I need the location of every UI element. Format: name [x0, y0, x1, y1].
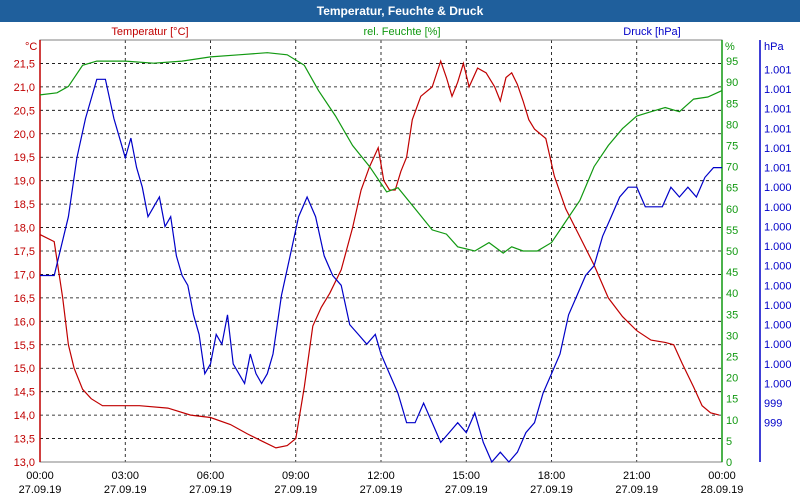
temperature-tick-label: 19,5: [14, 152, 35, 164]
x-tick-date-label: 27.09.19: [274, 484, 317, 496]
pressure-tick-label: 1.001: [764, 64, 792, 76]
temperature-series-line: [39, 59, 720, 449]
pressure-tick-label: 1.001: [764, 143, 792, 155]
pressure-tick-label: 1.000: [764, 280, 792, 292]
temperature-tick-label: 14,0: [14, 410, 35, 422]
pressure-tick-label: 1.000: [764, 261, 792, 273]
temperature-tick-label: 21,0: [14, 82, 35, 94]
x-tick-time-label: 18:00: [538, 470, 566, 482]
pressure-tick-label: 1.000: [764, 202, 792, 214]
temperature-tick-label: 17,5: [14, 246, 35, 258]
pressure-tick-label: 1.000: [764, 241, 792, 253]
x-tick-date-label: 28.09.19: [701, 484, 744, 496]
humidity-tick-label: 75: [726, 141, 738, 153]
x-tick-date-label: 27.09.19: [615, 484, 658, 496]
grid: [40, 40, 722, 463]
humidity-tick-label: 35: [726, 309, 738, 321]
temperature-tick-label: 21,5: [14, 58, 35, 70]
humidity-tick-label: 50: [726, 246, 738, 258]
pressure-tick-label: 1.000: [764, 182, 792, 194]
x-tick-time-label: 09:00: [282, 470, 310, 482]
humidity-tick-label: 80: [726, 119, 738, 131]
humidity-legend-label: rel. Feuchte [%]: [363, 26, 440, 38]
temperature-tick-label: 20,5: [14, 105, 35, 117]
pressure-tick-label: 1.001: [764, 104, 792, 116]
x-tick-time-label: 06:00: [197, 470, 225, 482]
x-tick-time-label: 21:00: [623, 470, 651, 482]
humidity-tick-label: 5: [726, 436, 732, 448]
pressure-tick-label: 1.000: [764, 378, 792, 390]
chart: 13,0 13,5 14,0 14,5 15,0 15,5 16,0 16,5 17,0 17,5…: [14, 26, 792, 496]
x-tick-date-label: 27.09.19: [104, 484, 147, 496]
x-tick-date-label: 27.09.19: [445, 484, 488, 496]
x-tick-time-label: 03:00: [111, 470, 139, 482]
pressure-tick-label: 1.000: [764, 359, 792, 371]
humidity-tick-label: 10: [726, 415, 738, 427]
x-tick-time-label: 00:00: [708, 470, 736, 482]
axis-layer: 13,0 13,5 14,0 14,5 15,0 15,5 16,0 16,5 17,0 17,5…: [14, 56, 792, 496]
x-tick-date-label: 27.09.19: [360, 484, 403, 496]
pressure-tick-label: 1.001: [764, 163, 792, 175]
x-tick-date-label: 27.09.19: [530, 484, 573, 496]
humidity-unit-label: %: [725, 41, 735, 53]
temperature-tick-label: 15,5: [14, 340, 35, 352]
humidity-tick-label: 95: [726, 56, 738, 68]
temperature-tick-label: 18,5: [14, 199, 35, 211]
humidity-tick-label: 25: [726, 352, 738, 364]
temperature-tick-label: 14,5: [14, 387, 35, 399]
pressure-tick-label: 1.001: [764, 84, 792, 96]
temperature-legend-label: Temperatur [°C]: [111, 26, 188, 38]
humidity-tick-label: 65: [726, 183, 738, 195]
temperature-unit-label: °C: [25, 41, 37, 53]
pressure-tick-label: 999: [764, 418, 782, 430]
humidity-tick-label: 90: [726, 77, 738, 89]
humidity-tick-label: 70: [726, 162, 738, 174]
x-tick-date-label: 27.09.19: [19, 484, 62, 496]
temperature-tick-label: 13,5: [14, 434, 35, 446]
temperature-tick-label: 15,0: [14, 363, 35, 375]
x-tick-time-label: 12:00: [367, 470, 395, 482]
humidity-tick-label: 40: [726, 288, 738, 300]
pressure-tick-label: 1.000: [764, 221, 792, 233]
humidity-tick-label: 15: [726, 394, 738, 406]
x-tick-time-label: 00:00: [26, 470, 54, 482]
temperature-tick-label: 19,0: [14, 176, 35, 188]
humidity-tick-label: 55: [726, 225, 738, 237]
temperature-tick-label: 13,0: [14, 457, 35, 469]
humidity-tick-label: 0: [726, 457, 732, 469]
humidity-tick-label: 30: [726, 330, 738, 342]
pressure-tick-label: 1.000: [764, 339, 792, 351]
temperature-tick-label: 20,0: [14, 129, 35, 141]
pressure-tick-label: 1.000: [764, 300, 792, 312]
pressure-unit-label: hPa: [764, 41, 784, 53]
humidity-tick-label: 60: [726, 204, 738, 216]
humidity-tick-label: 85: [726, 98, 738, 110]
pressure-legend-label: Druck [hPa]: [623, 26, 680, 38]
humidity-tick-label: 45: [726, 267, 738, 279]
temperature-tick-label: 17,0: [14, 269, 35, 281]
pressure-tick-label: 999: [764, 398, 782, 410]
temperature-tick-label: 16,5: [14, 293, 35, 305]
humidity-tick-label: 20: [726, 373, 738, 385]
x-tick-time-label: 15:00: [452, 470, 480, 482]
temperature-tick-label: 18,0: [14, 223, 35, 235]
x-tick-date-label: 27.09.19: [189, 484, 232, 496]
temperature-tick-label: 16,0: [14, 316, 35, 328]
pressure-tick-label: 1.001: [764, 123, 792, 135]
pressure-tick-label: 1.000: [764, 320, 792, 332]
